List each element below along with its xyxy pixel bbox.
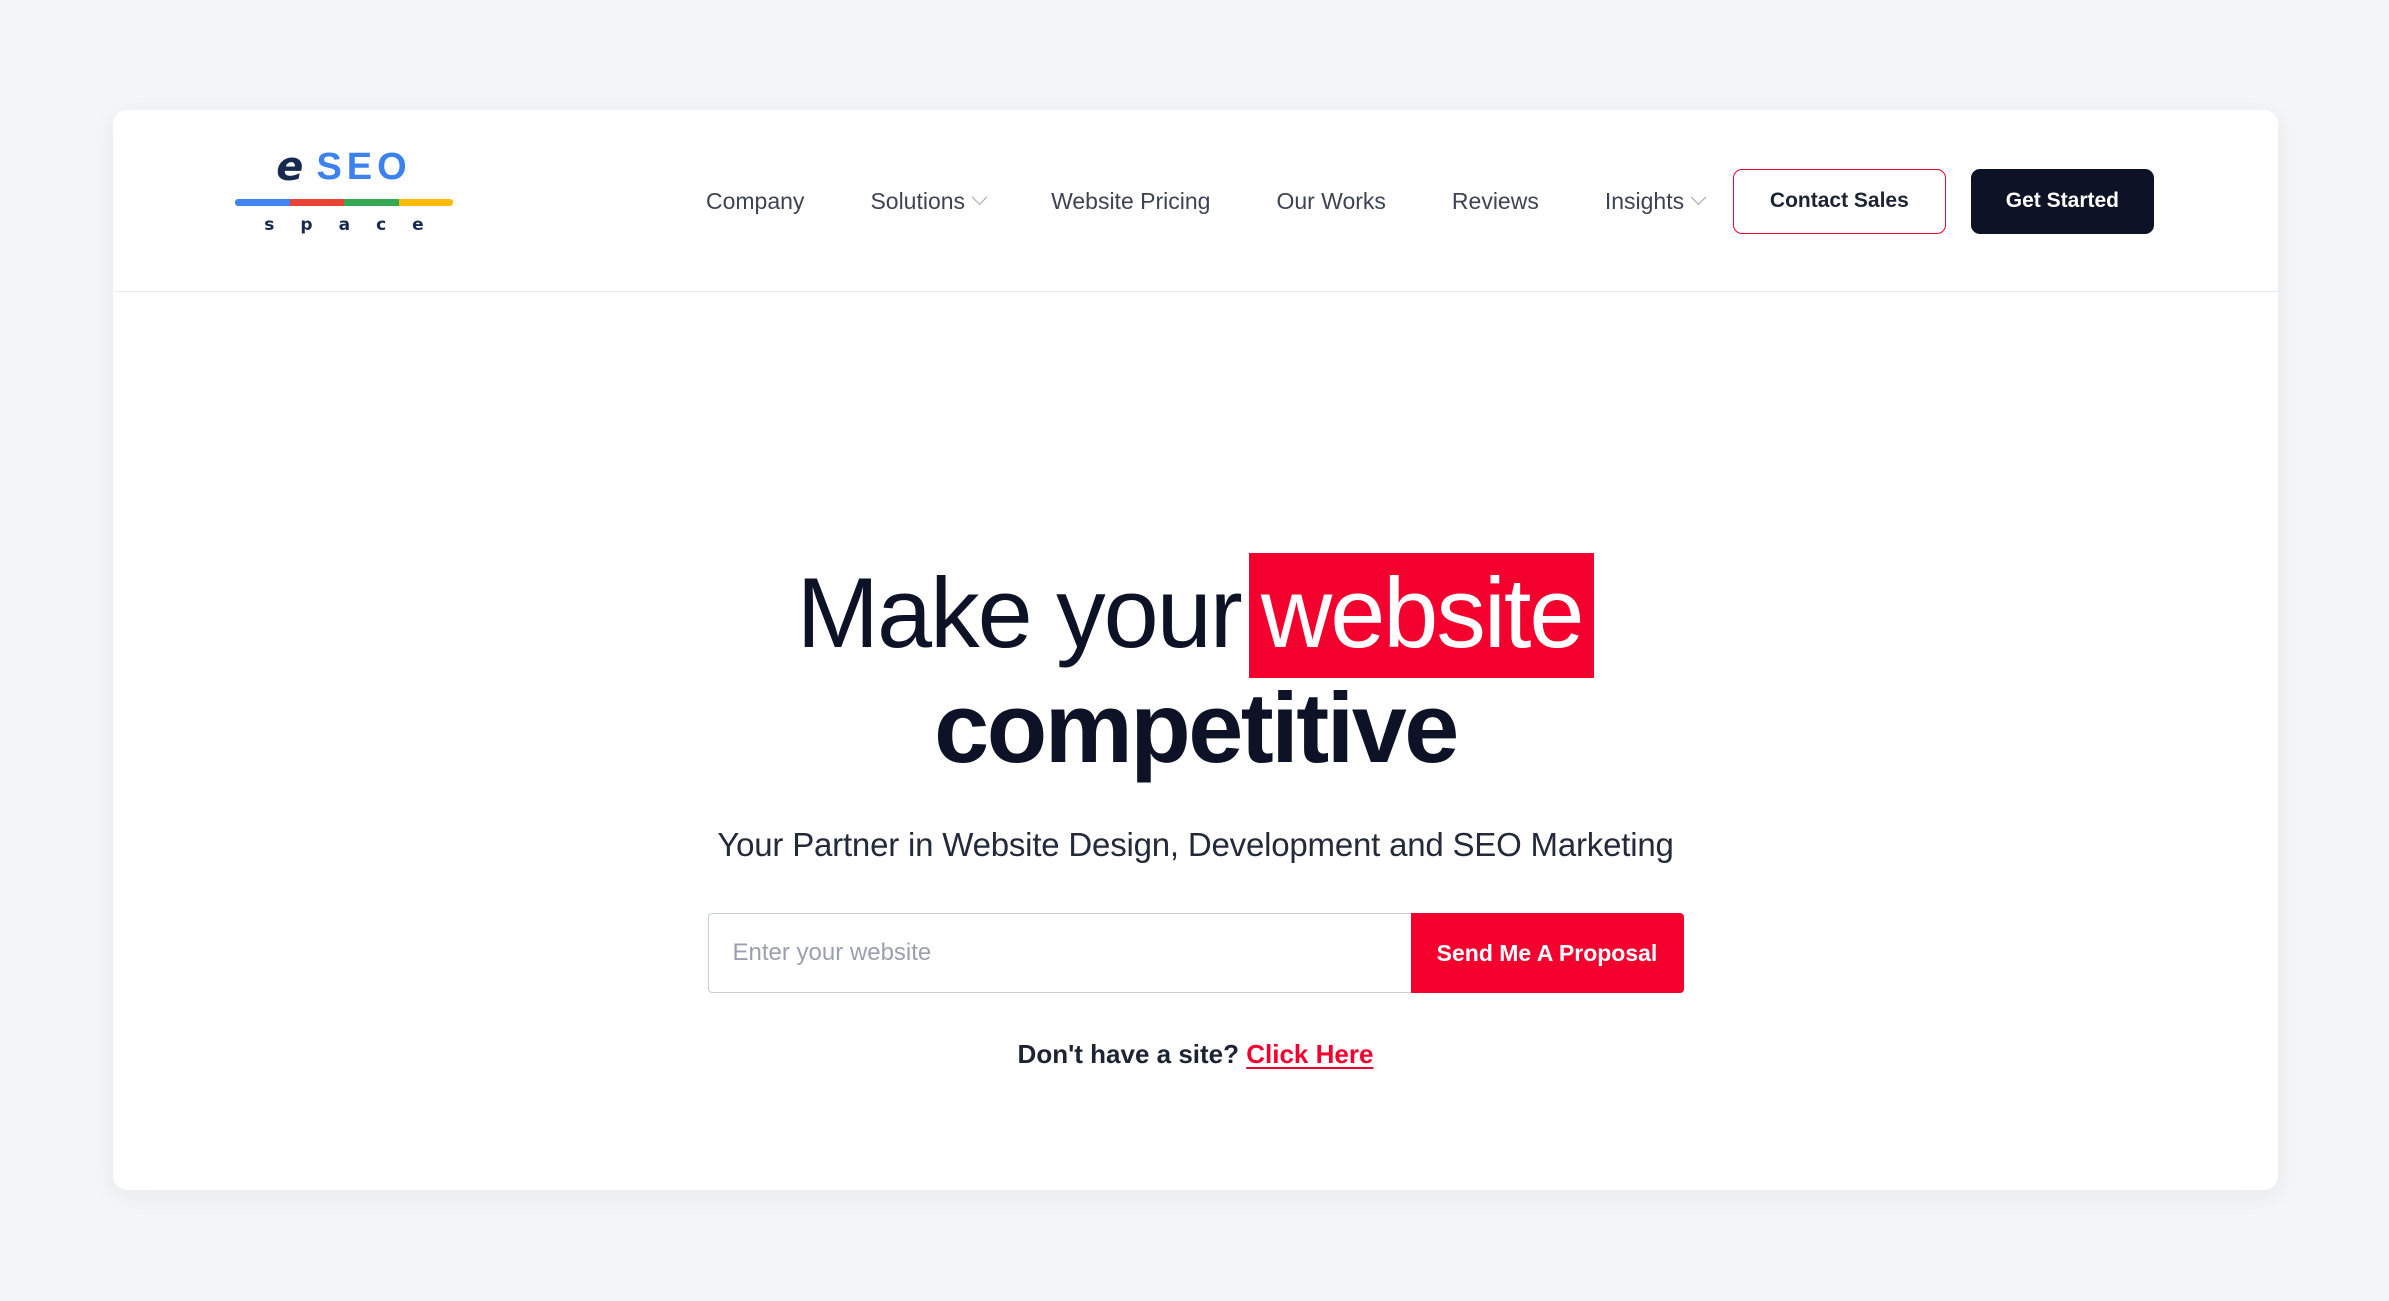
site-logo[interactable]: e SEO s p a c e [230,142,458,235]
no-site-text: Don't have a site? [1017,1039,1240,1069]
nav-label: Company [706,187,805,214]
nav-label: Solutions [870,187,966,214]
no-site-prompt: Don't have a site? Click Here [1018,1039,1374,1070]
logo-space-letter: s [264,215,275,235]
logo-space-letter: c [376,215,387,235]
logo-bar-segment-green [344,199,399,206]
logo-space-letter: e [412,215,424,235]
hero-headline-plain: Make your [796,557,1243,668]
header-actions: Contact Sales Get Started [1732,110,2154,292]
main-navigation: Company Solutions Website Pricing Our Wo… [673,110,1737,292]
website-input[interactable] [707,913,1411,993]
nav-item-website-pricing[interactable]: Website Pricing [1018,188,1243,215]
chevron-down-icon [1690,188,1707,205]
logo-text-space: s p a c e [230,215,458,235]
nav-label: Reviews [1451,187,1539,214]
hero-headline-line2: competitive [934,672,1459,783]
nav-item-our-works[interactable]: Our Works [1243,188,1418,215]
logo-bar-segment-yellow [398,199,453,206]
nav-item-insights[interactable]: Insights [1572,188,1737,215]
send-proposal-button[interactable]: Send Me A Proposal [1410,913,1684,993]
hero-subtitle: Your Partner in Website Design, Developm… [717,826,1674,863]
logo-color-bar [235,199,453,206]
nav-item-reviews[interactable]: Reviews [1419,188,1572,215]
nav-label: Our Works [1276,187,1386,214]
hero-headline-line1: Make your website [797,553,1595,678]
logo-space-letter: a [338,215,351,235]
logo-bar-segment-blue [235,199,290,206]
logo-wordmark: e SEO [230,142,458,192]
page-root: e SEO s p a c e Company Solutions Websit… [0,0,2389,1301]
click-here-link[interactable]: Click Here [1246,1039,1373,1069]
nav-label: Website Pricing [1051,187,1211,214]
hero-headline: Make your website competitive [797,553,1595,783]
site-header: e SEO s p a c e Company Solutions Websit… [113,110,2278,292]
nav-item-company[interactable]: Company [673,188,837,215]
contact-sales-button[interactable]: Contact Sales [1732,168,1946,234]
nav-item-solutions[interactable]: Solutions [837,188,1018,215]
logo-bar-segment-red [289,199,344,206]
get-started-button[interactable]: Get Started [1970,168,2154,234]
nav-label: Insights [1604,187,1685,214]
logo-text-seo: SEO [316,146,412,188]
proposal-form: Send Me A Proposal [707,913,1684,993]
logo-space-letter: p [300,215,313,235]
main-card: e SEO s p a c e Company Solutions Websit… [113,110,2278,1190]
logo-letter-e: e [276,144,303,190]
hero-section: Make your website competitive Your Partne… [113,292,2278,1189]
hero-headline-highlight: website [1248,553,1595,678]
chevron-down-icon [971,188,988,205]
